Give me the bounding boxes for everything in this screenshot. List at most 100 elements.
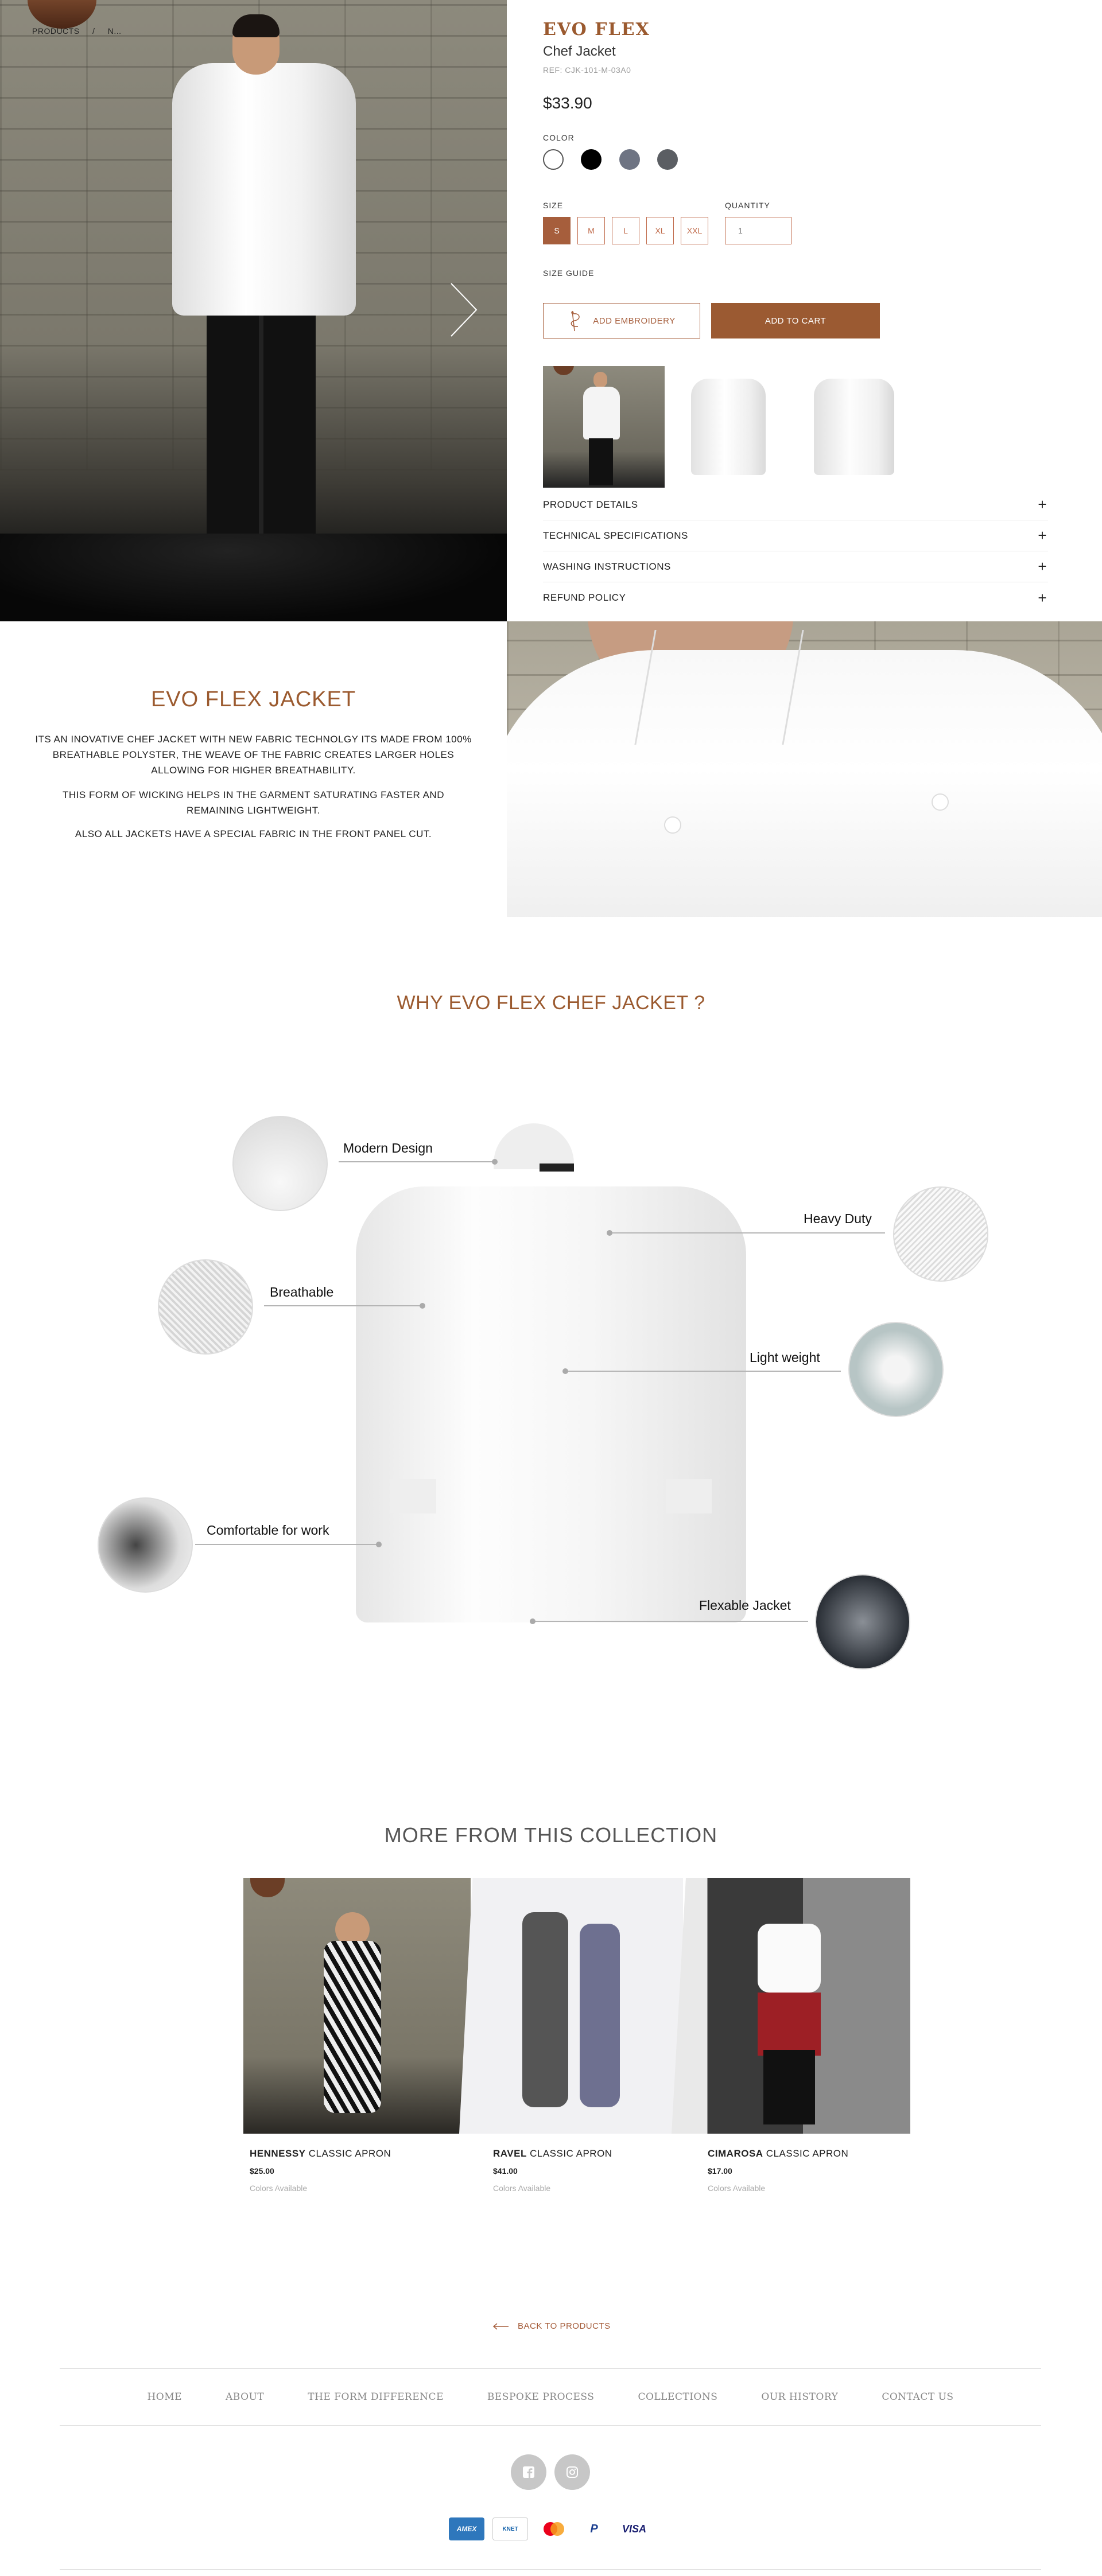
item-type: CLASSIC APRON <box>766 2148 849 2159</box>
story-paragraph-1: ITS AN INOVATIVE CHEF JACKET WITH NEW FA… <box>35 734 472 776</box>
plus-icon: + <box>1038 558 1047 575</box>
mastercard-icon <box>536 2517 572 2540</box>
color-swatches <box>543 149 693 173</box>
accordion-label: TECHNICAL SPECIFICATIONS <box>543 530 688 541</box>
nav-form-difference[interactable]: THE FORM DIFFERENCE <box>308 2391 444 2403</box>
hero-product-image: PRODUCTS / N... <box>0 0 507 621</box>
modern-design-image <box>232 1116 328 1211</box>
feature-light-weight: Light weight <box>750 1350 820 1365</box>
needle-thread-icon <box>571 310 580 332</box>
light-weight-image <box>848 1322 944 1417</box>
breadcrumb-products-link[interactable]: PRODUCTS <box>32 26 80 36</box>
collection-card-image-hennessy[interactable] <box>243 1878 471 2134</box>
add-embroidery-label: ADD EMBROIDERY <box>593 316 676 326</box>
accordion-label: REFUND POLICY <box>543 592 626 603</box>
item-name: RAVEL <box>493 2148 527 2159</box>
story-paragraph-3: ALSO ALL JACKETS HAVE A SPECIAL FABRIC I… <box>75 828 432 839</box>
breathable-fabric-image <box>158 1259 253 1355</box>
feature-modern-design: Modern Design <box>343 1141 433 1155</box>
collar-detail-image <box>507 621 1102 917</box>
collection-item-cimarosa[interactable]: CIMAROSA CLASSIC APRON $17.00 Colors Ava… <box>708 2148 848 2193</box>
swatch-black[interactable] <box>581 149 602 170</box>
item-price: $17.00 <box>708 2166 732 2176</box>
nav-contact-us[interactable]: CONTACT US <box>882 2391 953 2403</box>
thumbnail-model[interactable] <box>543 366 665 488</box>
back-to-products-link[interactable]: BACK TO PRODUCTS <box>492 2321 611 2331</box>
knet-icon: KNET <box>492 2517 528 2540</box>
add-embroidery-button[interactable]: ADD EMBROIDERY <box>543 303 700 338</box>
item-type: CLASSIC APRON <box>308 2148 391 2159</box>
visa-icon: VISA <box>616 2517 652 2540</box>
jacket-feature-image <box>356 1123 746 1674</box>
back-to-products-label: BACK TO PRODUCTS <box>518 2321 611 2331</box>
item-type: CLASSIC APRON <box>530 2148 612 2159</box>
accordion-technical-specifications[interactable]: TECHNICAL SPECIFICATIONS + <box>543 520 1048 551</box>
accordion-label: WASHING INSTRUCTIONS <box>543 561 671 572</box>
accordion-label: PRODUCT DETAILS <box>543 499 638 510</box>
size-xxl-button[interactable]: XXL <box>681 217 708 244</box>
accordion-refund-policy[interactable]: REFUND POLICY + <box>543 582 1048 613</box>
feature-flexable-jacket: Flexable Jacket <box>699 1598 791 1613</box>
size-xl-button[interactable]: XL <box>646 217 674 244</box>
nav-our-history[interactable]: OUR HISTORY <box>761 2391 838 2403</box>
item-colors: Colors Available <box>708 2184 766 2193</box>
accordion-product-details[interactable]: PRODUCT DETAILS + <box>543 489 1048 520</box>
swatch-white[interactable] <box>543 149 564 170</box>
quantity-label: QUANTITY <box>725 201 770 210</box>
footer-nav: HOME ABOUT THE FORM DIFFERENCE BESPOKE P… <box>60 2368 1041 2426</box>
next-image-arrow-icon[interactable] <box>447 281 481 338</box>
breadcrumb-separator: / <box>92 26 95 36</box>
collection-card-image-cimarosa[interactable] <box>672 1878 910 2134</box>
product-title: Chef Jacket <box>543 44 616 59</box>
plus-icon: + <box>1038 496 1047 513</box>
color-label: COLOR <box>543 133 575 142</box>
amex-icon: AMEX <box>449 2517 484 2540</box>
item-price: $41.00 <box>493 2166 518 2176</box>
thumbnail-back[interactable] <box>793 366 915 488</box>
product-brand: EVO FLEX <box>543 20 650 40</box>
product-price: $33.90 <box>543 94 592 112</box>
nav-bespoke-process[interactable]: BESPOKE PROCESS <box>487 2391 595 2403</box>
item-name: HENNESSY <box>250 2148 306 2159</box>
size-guide-link[interactable]: SIZE GUIDE <box>543 269 594 278</box>
swatch-dark-gray[interactable] <box>657 149 678 170</box>
collection-item-hennessy[interactable]: HENNESSY CLASSIC APRON $25.00 Colors Ava… <box>250 2148 391 2193</box>
quantity-input[interactable]: 1 <box>725 217 791 244</box>
thumbnail-front[interactable] <box>668 366 790 488</box>
instagram-icon[interactable] <box>554 2454 590 2490</box>
feature-heavy-duty: Heavy Duty <box>804 1211 872 1226</box>
plus-icon: + <box>1038 589 1047 606</box>
feature-comfortable: Comfortable for work <box>207 1523 329 1538</box>
item-name: CIMAROSA <box>708 2148 763 2159</box>
nav-collections[interactable]: COLLECTIONS <box>638 2391 717 2403</box>
arrow-left-icon <box>492 2322 509 2330</box>
breadcrumb-current: N... <box>107 26 122 36</box>
item-price: $25.00 <box>250 2166 274 2176</box>
size-l-button[interactable]: L <box>612 217 639 244</box>
size-selector: S M L XL XXL <box>543 217 715 244</box>
size-s-button[interactable]: S <box>543 217 571 244</box>
swatch-gray[interactable] <box>619 149 640 170</box>
feature-breathable: Breathable <box>270 1285 334 1299</box>
plus-icon: + <box>1038 527 1047 544</box>
heavy-duty-image <box>893 1186 988 1282</box>
collection-card-image-ravel[interactable] <box>459 1878 683 2134</box>
nav-about[interactable]: ABOUT <box>226 2391 264 2403</box>
story-title: EVO FLEX JACKET <box>150 687 356 711</box>
collection-title: MORE FROM THIS COLLECTION <box>384 1823 718 1847</box>
why-title: WHY EVO FLEX CHEF JACKET ? <box>397 992 705 1014</box>
breadcrumb: PRODUCTS / N... <box>32 26 132 36</box>
story-section: EVO FLEX JACKET ITS AN INOVATIVE CHEF JA… <box>0 621 507 917</box>
story-paragraph-2: THIS FORM OF WICKING HELPS IN THE GARMEN… <box>63 789 444 816</box>
flexable-jacket-image <box>815 1574 910 1670</box>
size-m-button[interactable]: M <box>577 217 605 244</box>
collection-item-ravel[interactable]: RAVEL CLASSIC APRON $41.00 Colors Availa… <box>493 2148 612 2193</box>
nav-home[interactable]: HOME <box>147 2391 182 2403</box>
add-to-cart-button[interactable]: ADD TO CART <box>711 303 880 338</box>
footer-bottom-divider <box>60 2569 1041 2570</box>
comfortable-image <box>98 1497 193 1593</box>
item-colors: Colors Available <box>493 2184 551 2193</box>
facebook-icon[interactable] <box>511 2454 546 2490</box>
accordion-washing-instructions[interactable]: WASHING INSTRUCTIONS + <box>543 551 1048 582</box>
product-ref: REF: CJK-101-M-03A0 <box>543 65 631 75</box>
